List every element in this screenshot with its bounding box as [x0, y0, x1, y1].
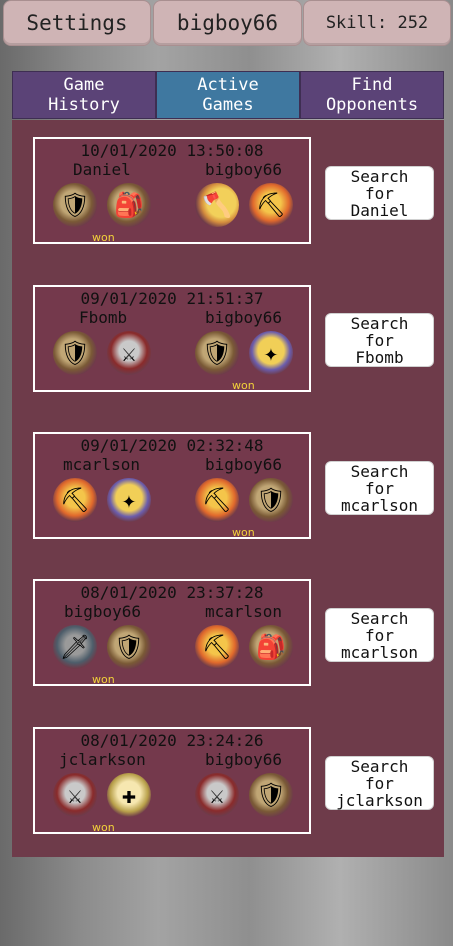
thief-icon: 🛡 — [195, 331, 239, 375]
dwarf-icon: 🪓 — [195, 183, 239, 227]
won-label: won — [92, 673, 115, 686]
tab-active-games[interactable]: Active Games — [156, 71, 300, 119]
thief-icon: 🛡 — [53, 331, 97, 375]
paladin-icon: ✚ — [107, 773, 151, 817]
won-label: won — [232, 379, 255, 392]
game-card[interactable]: 08/01/2020 23:37:28 bigboy66 mcarlson 🗡 … — [33, 579, 311, 686]
player1-name: jclarkson — [59, 750, 146, 769]
game-date: 10/01/2020 13:50:08 — [80, 141, 264, 160]
game-card[interactable]: 09/01/2020 02:32:48 mcarlson bigboy66 ⛏ … — [33, 432, 311, 539]
player2-name: bigboy66 — [205, 750, 283, 769]
knight-icon: ⚔ — [107, 331, 151, 375]
top-bar: Settings bigboy66 Skill: 252 — [0, 0, 453, 48]
search-for-player-button[interactable]: Search for Fbomb — [325, 313, 434, 367]
game-date: 09/01/2020 21:51:37 — [80, 289, 264, 308]
player2-name: bigboy66 — [205, 160, 283, 179]
game-card[interactable]: 09/01/2020 21:51:37 Fbomb bigboy66 🛡 ⚔ 🛡… — [33, 285, 311, 392]
search-for-player-button[interactable]: Search for mcarlson — [325, 608, 434, 662]
player2-name: mcarlson — [205, 602, 283, 621]
thief-icon: 🛡 — [249, 773, 293, 817]
games-panel: 10/01/2020 13:50:08 Daniel bigboy66 🛡 🎒 … — [12, 120, 444, 857]
rogue-icon: 🗡 — [53, 625, 97, 669]
player1-name: Fbomb — [79, 308, 128, 327]
knight-icon: ⚔ — [53, 773, 97, 817]
search-for-player-button[interactable]: Search for Daniel — [325, 166, 434, 220]
search-for-player-button[interactable]: Search for jclarkson — [325, 756, 434, 810]
game-date: 08/01/2020 23:24:26 — [80, 731, 264, 750]
game-card[interactable]: 08/01/2020 23:24:26 jclarkson bigboy66 ⚔… — [33, 727, 311, 834]
won-label: won — [92, 821, 115, 834]
username-button[interactable]: bigboy66 — [153, 0, 302, 46]
won-label: won — [232, 526, 255, 539]
player1-name: mcarlson — [63, 455, 141, 474]
won-label: won — [92, 231, 115, 244]
tab-bar: Game History Active Games Find Opponents — [12, 71, 444, 119]
game-date: 08/01/2020 23:37:28 — [80, 583, 264, 602]
game-card[interactable]: 10/01/2020 13:50:08 Daniel bigboy66 🛡 🎒 … — [33, 137, 311, 244]
player2-name: bigboy66 — [205, 308, 283, 327]
wizard-icon: ✦ — [107, 478, 151, 522]
miner-icon: ⛏ — [249, 183, 293, 227]
miner-icon: ⛏ — [53, 478, 97, 522]
wizard-icon: ✦ — [249, 331, 293, 375]
skill-display: Skill: 252 — [303, 0, 451, 46]
thief-icon: 🎒 — [249, 625, 293, 669]
search-for-player-button[interactable]: Search for mcarlson — [325, 461, 434, 515]
game-date: 09/01/2020 02:32:48 — [80, 436, 264, 455]
knight-icon: ⚔ — [195, 773, 239, 817]
thief-icon: 🛡 — [107, 625, 151, 669]
thief-icon: 🎒 — [107, 183, 151, 227]
player1-name: Daniel — [73, 160, 131, 179]
thief-icon: 🛡 — [249, 478, 293, 522]
settings-button[interactable]: Settings — [3, 0, 151, 46]
tab-find-opponents[interactable]: Find Opponents — [300, 71, 444, 119]
tab-game-history[interactable]: Game History — [12, 71, 156, 119]
miner-icon: ⛏ — [195, 478, 239, 522]
thief-icon: 🛡 — [53, 183, 97, 227]
miner-icon: ⛏ — [195, 625, 239, 669]
player2-name: bigboy66 — [205, 455, 283, 474]
player1-name: bigboy66 — [64, 602, 142, 621]
